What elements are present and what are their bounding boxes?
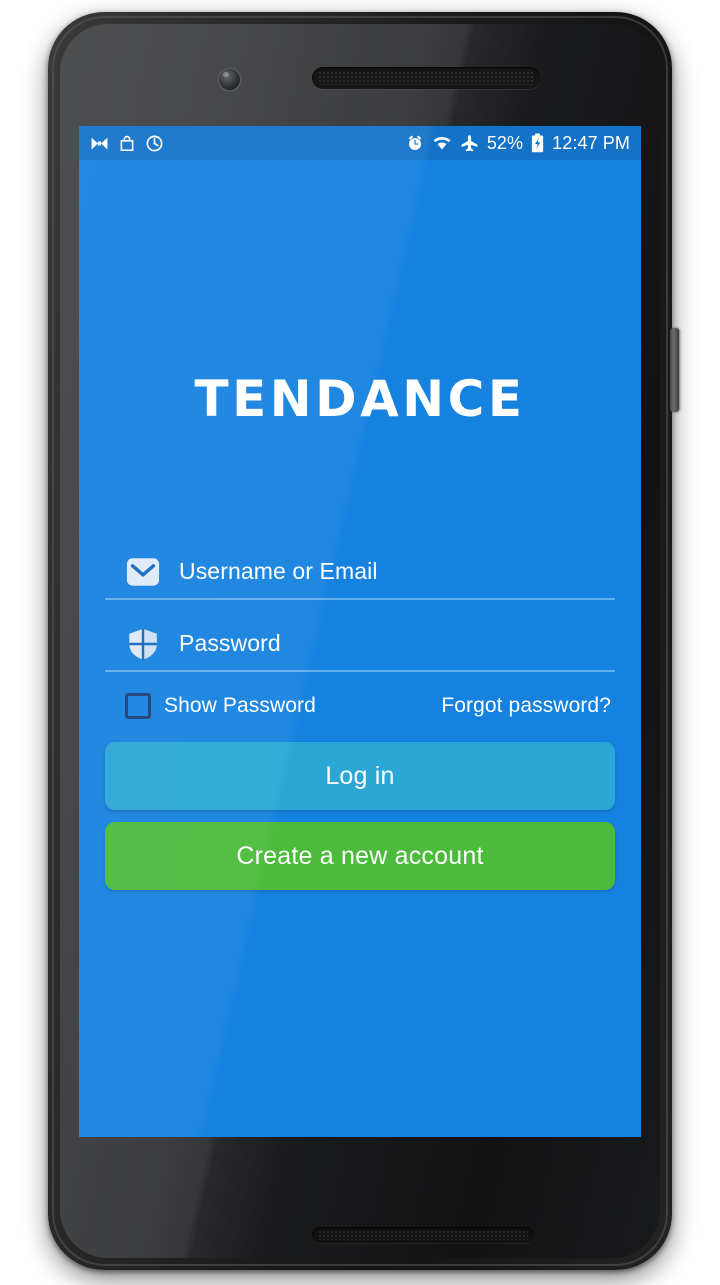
forgot-password-link[interactable]: Forgot password? xyxy=(441,694,611,718)
shield-icon xyxy=(125,626,161,662)
status-bar-left-icons xyxy=(90,134,164,153)
show-password-checkbox[interactable] xyxy=(125,693,151,719)
battery-percent-text: 52% xyxy=(486,132,524,153)
show-password-label[interactable]: Show Password xyxy=(164,694,316,718)
wifi-icon xyxy=(432,135,452,151)
power-button[interactable] xyxy=(670,328,679,412)
create-account-button[interactable]: Create a new account xyxy=(105,822,615,890)
login-screen: TENDANCE Username or Email Password Show… xyxy=(79,160,641,1137)
password-field-row[interactable]: Password xyxy=(105,617,615,672)
password-input[interactable]: Password xyxy=(179,630,281,657)
app-logo: TENDANCE xyxy=(194,370,526,428)
status-bar: 52% 12:47 PM xyxy=(79,126,641,160)
envelope-icon xyxy=(125,554,161,590)
bottom-speaker-grill xyxy=(312,1227,534,1243)
timer-icon xyxy=(145,134,164,153)
username-field-row[interactable]: Username or Email xyxy=(105,545,615,600)
front-camera-icon xyxy=(219,69,240,90)
phone-screen: 52% 12:47 PM TENDANCE Username or Email … xyxy=(79,126,641,1137)
airplane-mode-icon xyxy=(460,134,479,153)
bowtie-icon xyxy=(90,134,109,153)
options-row: Show Password Forgot password? xyxy=(105,693,615,719)
status-bar-right-icons: 52% 12:47 PM xyxy=(406,133,630,154)
clock-time-text: 12:47 PM xyxy=(552,132,630,153)
shopping-bag-icon xyxy=(118,134,136,153)
earpiece-speaker xyxy=(312,67,540,89)
login-button[interactable]: Log in xyxy=(105,742,615,810)
alarm-clock-icon xyxy=(406,134,424,152)
battery-charging-icon xyxy=(531,133,544,153)
login-form: Username or Email Password Show Password… xyxy=(105,545,615,890)
username-input[interactable]: Username or Email xyxy=(179,558,378,585)
